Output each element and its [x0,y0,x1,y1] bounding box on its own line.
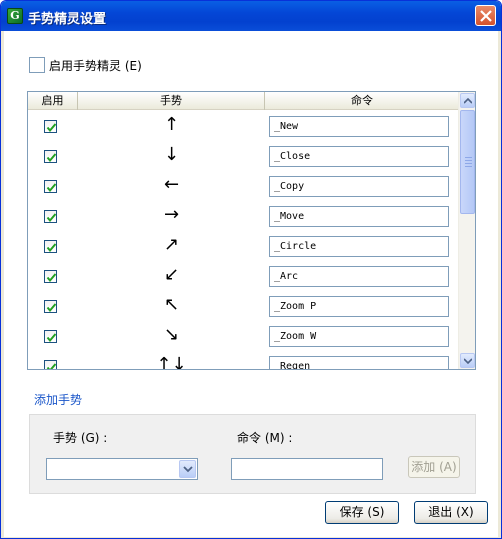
dropdown-button[interactable] [179,460,196,478]
row-enable-checkbox[interactable] [44,300,57,313]
column-header-gesture[interactable]: 手势 [78,92,265,110]
table-row[interactable]: ↓ _Close [28,141,459,171]
gesture-arrow-icon: ↖ [163,294,180,315]
row-enable-checkbox[interactable] [44,120,57,133]
table-body: ↑ _New ↓ _Close ← _Copy → _Move ↗ _Circle ↙ _Arc ↖ _Z… [28,111,459,370]
gesture-dropdown[interactable] [46,458,198,480]
gesture-arrow-icon: → [163,204,180,225]
row-command-field[interactable]: _Regen [269,356,449,369]
row-command-field[interactable]: _Copy [269,176,449,197]
gesture-table: 启用 手势 命令 ↑ _New ↓ _Close ← _Copy → _Move ↗ _Circl… [27,91,476,370]
table-row[interactable]: ↘ _Zoom W [28,321,459,351]
row-enable-checkbox[interactable] [44,240,57,253]
scroll-up-button[interactable] [460,93,475,108]
enable-gestures-row[interactable]: 启用手势精灵 (E) [29,56,142,74]
checkmark-icon [46,333,57,343]
table-row[interactable]: ↑↓ _Regen [28,351,459,370]
column-header-command[interactable]: 命令 [265,92,459,110]
row-enable-checkbox[interactable] [44,210,57,223]
add-gesture-section-title: 添加手势 [34,393,83,407]
table-row[interactable]: ↙ _Arc [28,261,459,291]
window-title: 手势精灵设置 [28,12,107,27]
row-command-field[interactable]: _Move [269,206,449,227]
gesture-arrow-icon: ↑ [163,114,180,135]
exit-button[interactable]: 退出 (X) [414,501,488,524]
scroll-thumb[interactable] [460,110,475,214]
chevron-down-icon [464,358,472,364]
grip-icon [465,157,472,169]
row-enable-checkbox[interactable] [44,150,57,163]
gesture-arrow-icon: ↙ [163,264,180,285]
row-enable-checkbox[interactable] [44,360,57,369]
checkmark-icon [46,363,57,369]
table-row[interactable]: ↑ _New [28,111,459,141]
settings-window: G 手势精灵设置 启用手势精灵 (E) 启用 手势 命令 ↑ _New ↓ _Clos… [0,0,502,539]
add-button[interactable]: 添加 (A) [408,456,460,478]
row-command-field[interactable]: _Circle [269,236,449,257]
checkmark-icon [46,123,57,133]
row-command-field[interactable]: _New [269,116,449,137]
column-header-enable[interactable]: 启用 [28,92,78,110]
table-row[interactable]: ↖ _Zoom P [28,291,459,321]
title-bar[interactable]: G 手势精灵设置 [1,1,501,31]
enable-gestures-label: 启用手势精灵 (E) [49,58,142,73]
table-row[interactable]: → _Move [28,201,459,231]
close-icon [480,10,492,22]
gesture-arrow-icon: ↗ [163,234,180,255]
chevron-up-icon [464,98,472,104]
table-header: 启用 手势 命令 [28,92,459,110]
command-input[interactable] [231,458,383,480]
checkmark-icon [46,303,57,313]
checkmark-icon [46,243,57,253]
checkmark-icon [46,153,57,163]
gesture-arrow-icon: ↓ [163,144,180,165]
row-enable-checkbox[interactable] [44,270,57,283]
checkmark-icon [46,273,57,283]
enable-gestures-checkbox[interactable] [29,57,45,73]
row-command-field[interactable]: _Zoom W [269,326,449,347]
chevron-down-icon [183,466,193,473]
checkmark-icon [46,183,57,193]
app-icon: G [7,8,23,24]
row-enable-checkbox[interactable] [44,180,57,193]
close-button[interactable] [475,5,496,26]
row-command-field[interactable]: _Close [269,146,449,167]
checkmark-icon [46,213,57,223]
scroll-down-button[interactable] [460,353,475,368]
vertical-scrollbar[interactable] [458,92,475,369]
add-gesture-group: 手势 (G) : 命令 (M) : 添加 (A) [29,414,476,494]
table-row[interactable]: ↗ _Circle [28,231,459,261]
table-row[interactable]: ← _Copy [28,171,459,201]
row-command-field[interactable]: _Arc [269,266,449,287]
row-command-field[interactable]: _Zoom P [269,296,449,317]
gesture-arrow-icon: ← [163,174,180,195]
dialog-body: 启用手势精灵 (E) 启用 手势 命令 ↑ _New ↓ _Close ← _Copy → _… [4,31,498,537]
gesture-arrow-icon: ↘ [163,324,180,345]
save-button[interactable]: 保存 (S) [325,501,399,524]
gesture-arrow-icon: ↑↓ [156,354,187,370]
command-label: 命令 (M) : [237,431,293,445]
gesture-label: 手势 (G) : [53,431,108,445]
row-enable-checkbox[interactable] [44,330,57,343]
